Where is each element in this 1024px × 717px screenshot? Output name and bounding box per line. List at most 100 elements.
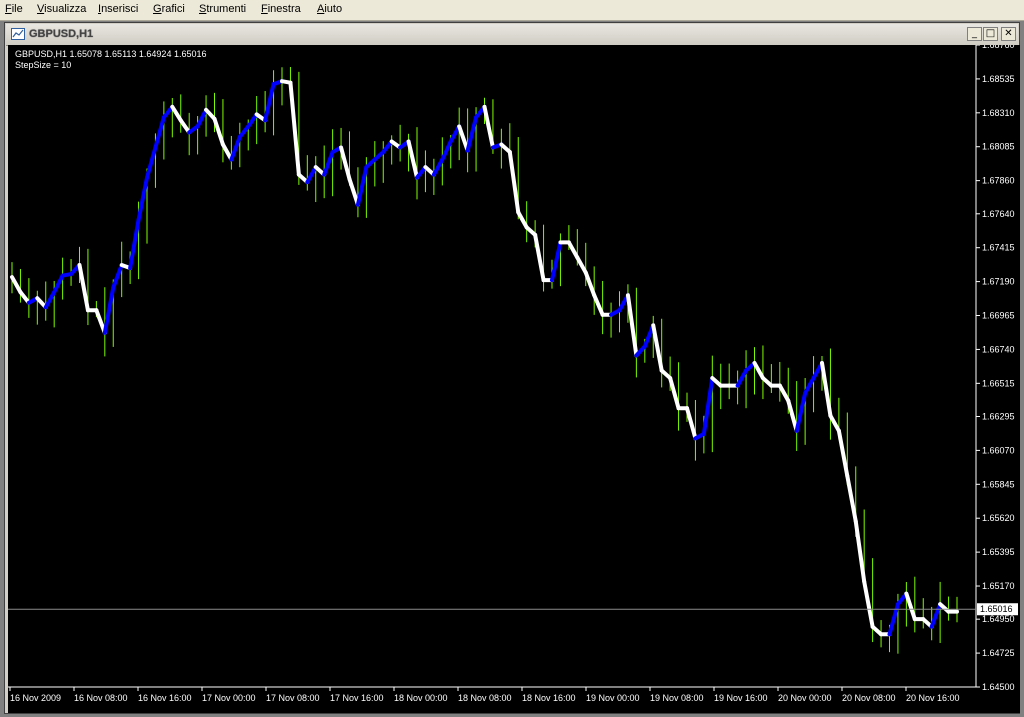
step-indicator-segment bbox=[583, 270, 597, 298]
step-indicator-segment bbox=[145, 145, 158, 180]
step-indicator-segment bbox=[178, 118, 192, 135]
window-titlebar[interactable]: GBPUSD,H1 _ □ ✕ bbox=[6, 24, 1018, 46]
price-tick-label: 1.65395 bbox=[982, 547, 1015, 557]
price-tick-label: 1.68535 bbox=[982, 74, 1015, 84]
price-tick-label: 1.65845 bbox=[982, 479, 1015, 489]
time-tick-label: 18 Nov 00:00 bbox=[394, 693, 448, 703]
minimize-button[interactable]: _ bbox=[967, 27, 982, 41]
step-indicator-segment bbox=[212, 116, 225, 147]
price-tick-label: 1.66965 bbox=[982, 311, 1015, 321]
step-indicator-segment bbox=[803, 376, 816, 396]
step-indicator-segment bbox=[516, 210, 529, 230]
step-indicator-segment bbox=[347, 177, 360, 207]
time-tick-label: 19 Nov 08:00 bbox=[650, 693, 704, 703]
price-tick-label: 1.66295 bbox=[982, 411, 1015, 421]
menu-grafici[interactable]: Grafici bbox=[153, 3, 185, 15]
menu-bar: File Visualizza Inserisci Grafici Strumenti F… bbox=[0, 0, 1024, 21]
chart-window-icon bbox=[11, 28, 25, 40]
step-indicator-segment bbox=[128, 217, 141, 271]
step-indicator-segment bbox=[136, 175, 149, 222]
price-tick-label: 1.68310 bbox=[982, 108, 1015, 118]
menu-aiuto[interactable]: Aiuto bbox=[317, 3, 342, 15]
step-indicator-segment bbox=[566, 240, 580, 260]
price-tick-label: 1.66515 bbox=[982, 378, 1015, 388]
time-tick-label: 20 Nov 16:00 bbox=[906, 693, 960, 703]
time-tick-label: 16 Nov 08:00 bbox=[74, 693, 128, 703]
time-tick-label: 19 Nov 00:00 bbox=[586, 693, 640, 703]
current-price-label: 1.65016 bbox=[980, 604, 1013, 614]
time-tick-label: 17 Nov 00:00 bbox=[202, 693, 256, 703]
time-tick-label: 16 Nov 2009 bbox=[10, 693, 61, 703]
price-tick-label: 1.67860 bbox=[982, 176, 1015, 186]
step-indicator-segment bbox=[752, 360, 765, 381]
step-indicator-segment bbox=[43, 290, 57, 310]
price-tick-label: 1.64725 bbox=[982, 648, 1015, 658]
step-indicator-segment bbox=[406, 139, 419, 180]
chart-canvas[interactable]: 1.68760 1.68535 1.68310 1.68085 1.67860 1.676… bbox=[8, 45, 1020, 713]
step-indicator-segment bbox=[862, 579, 875, 629]
step-indicator-segment bbox=[828, 413, 841, 433]
step-indicator-segment bbox=[465, 115, 479, 153]
step-indicator-segment bbox=[794, 391, 808, 433]
price-tick-label: 1.67190 bbox=[982, 277, 1015, 287]
step-indicator-segment bbox=[237, 124, 251, 139]
step-indicator-segment bbox=[355, 165, 369, 207]
step-indicator-segment bbox=[195, 107, 209, 129]
step-indicator-segment bbox=[102, 285, 116, 335]
price-tick-label: 1.65170 bbox=[982, 581, 1015, 591]
step-indicator-segment bbox=[845, 474, 858, 524]
step-indicator-segment bbox=[592, 293, 605, 317]
step-indicator-segment bbox=[263, 82, 276, 123]
menu-strumenti[interactable]: Strumenti bbox=[199, 3, 246, 15]
step-indicator-segment bbox=[853, 519, 867, 584]
time-tick-label: 18 Nov 08:00 bbox=[458, 693, 512, 703]
time-tick-label: 20 Nov 00:00 bbox=[778, 693, 832, 703]
step-indicator-segment bbox=[735, 368, 749, 388]
step-indicator-segment bbox=[651, 323, 664, 373]
step-indicator-segment bbox=[550, 240, 563, 283]
step-indicator-segment bbox=[10, 275, 23, 295]
close-button[interactable]: ✕ bbox=[1001, 27, 1016, 41]
price-chart[interactable]: 1.68760 1.68535 1.68310 1.68085 1.67860 1.676… bbox=[8, 45, 1020, 713]
price-tick-label: 1.68760 bbox=[982, 45, 1015, 50]
price-tick-label: 1.67415 bbox=[982, 243, 1015, 253]
step-indicator-segment bbox=[111, 263, 124, 290]
step-indicator-segment bbox=[701, 376, 715, 436]
step-indicator-segment bbox=[836, 428, 850, 479]
price-tick-label: 1.66740 bbox=[982, 344, 1015, 354]
price-tick-label: 1.64950 bbox=[982, 614, 1015, 624]
step-indicator-segment bbox=[415, 165, 428, 180]
maximize-button[interactable]: □ bbox=[983, 27, 998, 41]
step-indicator-segment bbox=[229, 134, 242, 162]
step-indicator-segment bbox=[533, 232, 546, 283]
step-indicator-segment bbox=[625, 293, 639, 358]
price-tick-label: 1.67640 bbox=[982, 209, 1015, 219]
chart-header: GBPUSD,H1 1.65078 1.65113 1.64924 1.6501… bbox=[15, 49, 206, 71]
menu-visualizza[interactable]: Visualizza bbox=[37, 3, 86, 15]
step-indicator-segment bbox=[339, 145, 352, 182]
step-indicator-segment bbox=[431, 157, 445, 177]
time-tick-label: 16 Nov 16:00 bbox=[138, 693, 192, 703]
time-tick-label: 17 Nov 08:00 bbox=[266, 693, 320, 703]
step-indicator-segment bbox=[887, 602, 900, 637]
step-indicator-segment bbox=[153, 115, 166, 150]
step-indicator-segment bbox=[820, 360, 833, 418]
step-indicator-segment bbox=[246, 112, 259, 129]
step-indicator-segment bbox=[929, 602, 943, 629]
window-title: GBPUSD,H1 bbox=[29, 28, 94, 40]
menu-finestra[interactable]: Finestra bbox=[261, 3, 301, 15]
menu-file[interactable]: File bbox=[5, 3, 23, 15]
step-indicator-segment bbox=[440, 139, 453, 162]
step-indicator-segment bbox=[482, 104, 495, 150]
step-indicator-segment bbox=[786, 398, 799, 433]
step-indicator-segment bbox=[507, 150, 521, 215]
step-indicator-segment bbox=[77, 263, 90, 313]
step-indicator-segment bbox=[322, 150, 335, 177]
step-indicator-segment bbox=[381, 139, 394, 154]
step-indicator-segment bbox=[305, 165, 318, 185]
step-indicator-segment bbox=[170, 104, 183, 123]
symbol-quote-line: GBPUSD,H1 1.65078 1.65113 1.64924 1.6501… bbox=[15, 49, 207, 59]
step-indicator-segment bbox=[457, 124, 470, 153]
step-indicator-segment bbox=[288, 80, 301, 177]
menu-inserisci[interactable]: Inserisci bbox=[98, 3, 138, 15]
